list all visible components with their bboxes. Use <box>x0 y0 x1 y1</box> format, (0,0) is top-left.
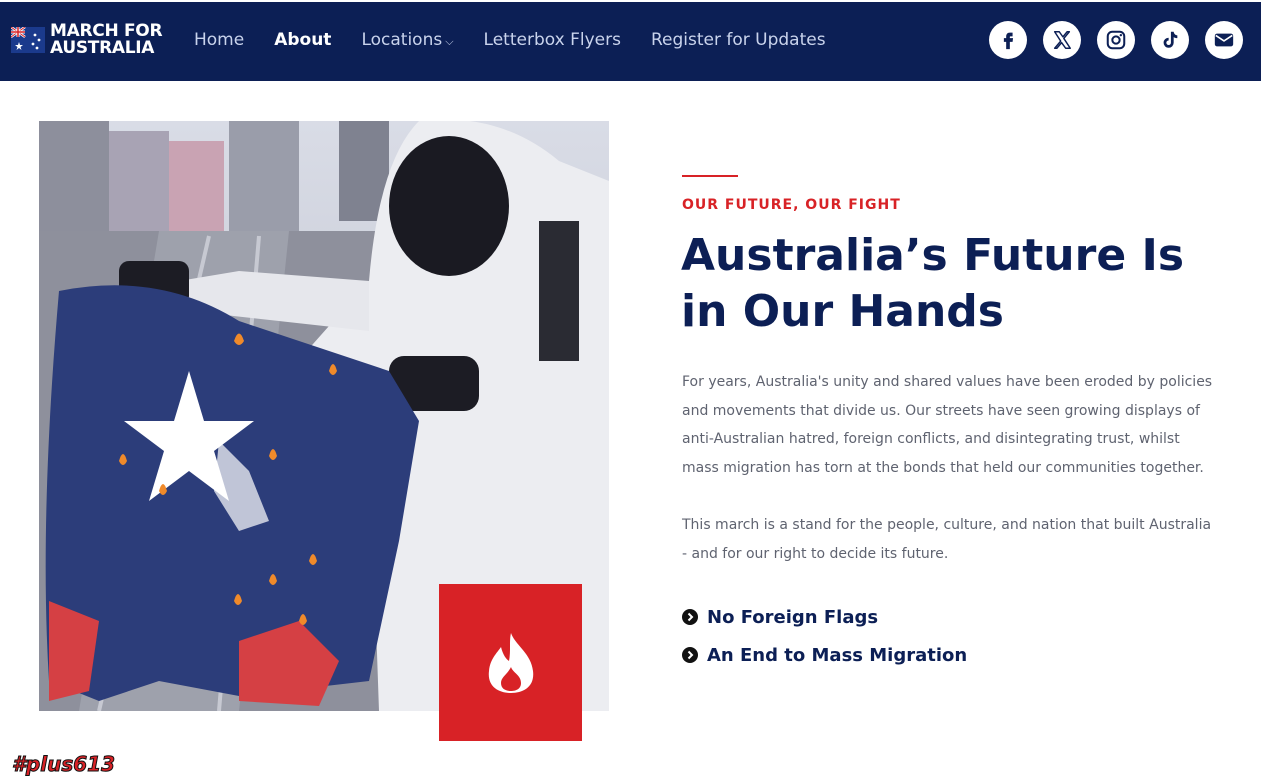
section-accent-line <box>682 175 738 177</box>
tiktok-icon <box>1163 31 1178 48</box>
instagram-icon <box>1106 30 1126 50</box>
nav-register-updates[interactable]: Register for Updates <box>651 30 826 50</box>
chevron-down-icon: ⌵ <box>445 35 454 48</box>
flame-badge <box>439 584 582 741</box>
watermark-text: #plus613 <box>12 752 116 777</box>
list-item: An End to Mass Migration <box>682 636 967 674</box>
email-icon <box>1214 33 1234 47</box>
social-links <box>973 21 1243 59</box>
section-eyebrow: OUR FUTURE, OUR FIGHT <box>682 197 901 213</box>
section-heading: Australia’s Future Is in Our Hands <box>681 230 1185 337</box>
list-item: No Foreign Flags <box>682 598 967 636</box>
facebook-icon <box>1003 32 1014 50</box>
nav-locations[interactable]: Locations ⌵ <box>361 30 453 50</box>
key-points-list: No Foreign Flags An End to Mass Migratio… <box>682 598 967 674</box>
email-link[interactable] <box>1205 21 1243 59</box>
x-icon <box>1053 31 1071 49</box>
section-paragraph-1: For years, Australia's unity and shared … <box>682 374 1213 476</box>
brand-line-2: AUSTRALIA <box>50 38 155 58</box>
top-navbar: MARCH FOR AUSTRALIA Home About Locations… <box>0 2 1261 81</box>
nav-locations-label: Locations <box>361 30 443 50</box>
flame-icon <box>488 632 533 693</box>
x-link[interactable] <box>1043 21 1081 59</box>
flag-logo-icon <box>11 27 45 53</box>
brand-name: MARCH FOR AUSTRALIA <box>50 23 163 58</box>
facebook-link[interactable] <box>989 21 1027 59</box>
section-paragraph-2: This march is a stand for the people, cu… <box>682 517 1212 562</box>
nav-about[interactable]: About <box>274 30 331 50</box>
instagram-link[interactable] <box>1097 21 1135 59</box>
main-menu: Home About Locations ⌵ Letterbox Flyers R… <box>194 30 856 50</box>
tiktok-link[interactable] <box>1151 21 1189 59</box>
nav-home[interactable]: Home <box>194 30 244 50</box>
key-point-label: No Foreign Flags <box>707 606 879 628</box>
chevron-circle-right-icon <box>682 647 698 663</box>
site-logo[interactable]: MARCH FOR AUSTRALIA <box>11 23 163 58</box>
key-point-label: An End to Mass Migration <box>707 644 968 666</box>
chevron-circle-right-icon <box>682 609 698 625</box>
nav-letterbox-flyers[interactable]: Letterbox Flyers <box>484 30 621 50</box>
